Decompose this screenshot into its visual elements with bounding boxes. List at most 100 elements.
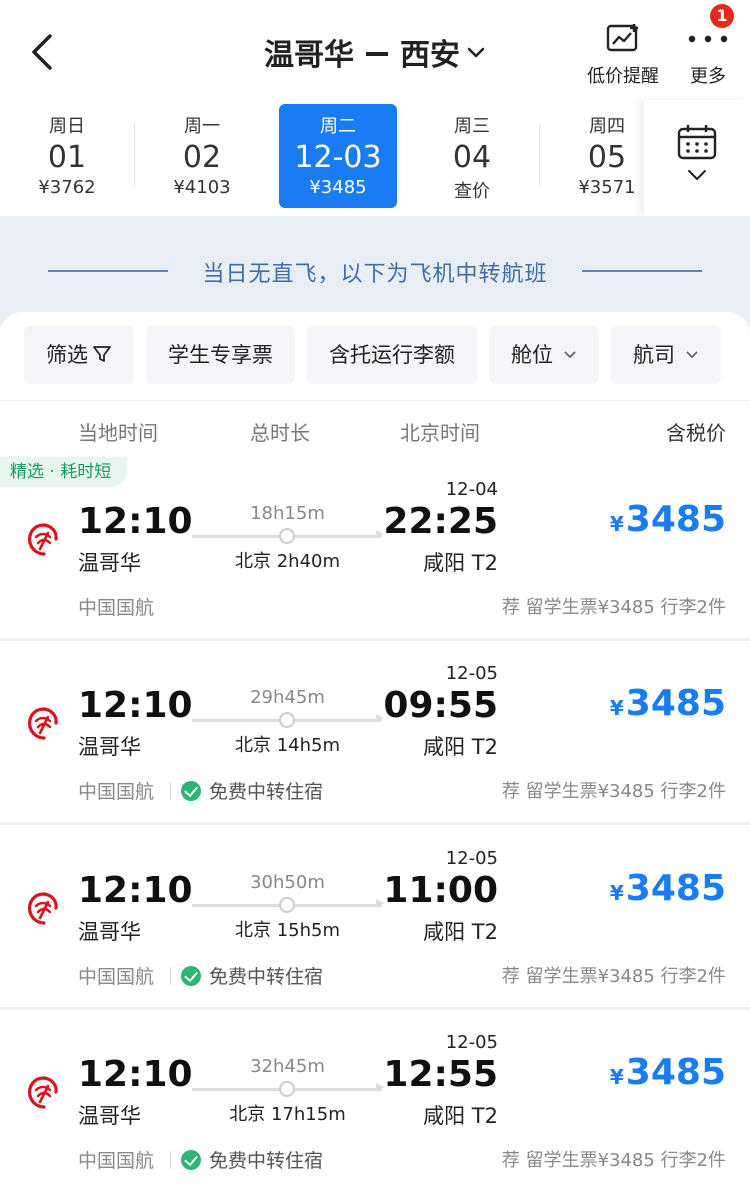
flight-price: ¥3485 [610,1052,726,1093]
arrival-time: 11:00 [383,870,498,911]
currency-symbol: ¥ [609,512,624,536]
notification-badge: 1 [710,4,734,28]
departure-time: 12:10 [78,501,193,542]
top-bar: 温哥华 西安 低价提醒 1 更多 [0,0,750,100]
flight-card[interactable]: 精选 · 耗时短 12:10 温哥华 18h15m 北京 2h40m 12-04… [0,457,750,641]
departure-city: 温哥华 [78,551,141,575]
recommend-note: 荐 留学生票¥3485 行李2件 [501,781,726,802]
total-duration: 29h45m [250,687,325,708]
notice-text: 当日无直飞，以下为飞机中转航班 [202,262,548,287]
air-china-logo [28,707,58,740]
flight-price: ¥3485 [610,499,726,540]
route-line [192,712,384,728]
airline-dropdown[interactable]: 航司 [611,326,721,384]
total-duration: 18h15m [250,503,325,524]
air-china-logo [28,523,58,556]
column-header: 当地时间 总时长 北京时间 含税价 [0,400,750,456]
filter-label: 航司 [633,343,675,367]
date-option[interactable]: 周三 04 查价 [413,104,531,208]
route-separator [366,51,388,56]
route-line [192,1081,384,1097]
filter-label: 学生专享票 [168,343,273,367]
chevron-down-icon [467,47,485,57]
calendar-icon [677,125,717,160]
currency-symbol: ¥ [609,696,624,720]
perk-info: 免费中转住宿 [170,962,323,989]
currency-symbol: ¥ [609,1065,624,1089]
date-price: 查价 [454,181,490,202]
date-weekday: 周二 [320,116,356,137]
student-ticket-filter[interactable]: 学生专享票 [146,326,295,384]
arrival-airport: 咸阳 T2 [423,735,498,759]
date-weekday: 周日 [49,116,85,137]
ellipsis-icon [688,35,728,43]
stopover-dot [279,1081,295,1097]
funnel-icon [93,346,111,362]
col-local-time: 当地时间 [78,421,158,445]
total-duration: 30h50m [250,872,325,893]
price-alert-button[interactable]: 低价提醒 [582,22,664,88]
cabin-class-dropdown[interactable]: 舱位 [489,326,599,384]
date-price: ¥3762 [38,177,96,198]
departure-city: 温哥华 [78,1104,141,1128]
perk-text: 免费中转住宿 [209,1150,324,1172]
arrival-date: 12-05 [445,848,498,869]
flight-card[interactable]: 12:10 温哥华 30h50m 北京 15h5m 12-05 11:00 咸阳… [0,826,750,1010]
airline-name: 中国国航 [78,966,155,988]
stopover-dot [279,897,295,913]
airline-name: 中国国航 [78,1150,155,1172]
calendar-button[interactable] [644,100,750,216]
filter-label: 筛选 [46,343,88,367]
perk-text: 免费中转住宿 [209,781,324,803]
flight-card[interactable]: 12:10 温哥华 29h45m 北京 14h5m 12-05 09:55 咸阳… [0,641,750,825]
flight-price: ¥3485 [610,868,726,909]
price-alert-chart-icon [606,24,638,52]
date-day: 04 [452,140,492,175]
date-option[interactable]: 周日 01 ¥3762 [8,104,126,208]
departure-time: 12:10 [78,685,193,726]
price-value: 3485 [625,1052,726,1093]
route-line [192,528,384,544]
date-day: 02 [182,140,222,175]
check-circle-icon [181,780,201,801]
recommend-note: 荐 留学生票¥3485 行李2件 [501,966,726,987]
currency-symbol: ¥ [609,881,624,905]
date-divider [539,124,540,186]
stopover-info: 北京 17h15m [229,1104,346,1125]
arrival-date: 12-05 [445,1032,498,1053]
departure-city: 温哥华 [78,920,141,944]
chevron-down-icon [688,170,706,180]
date-day: 12-03 [294,140,382,175]
flight-card[interactable]: 12:10 温哥华 32h45m 北京 17h15m 12-05 12:55 咸… [0,1010,750,1194]
date-option[interactable]: 周一 02 ¥4103 [143,104,261,208]
perk-divider [170,966,171,985]
date-option-selected[interactable]: 周二 12-03 ¥3485 [279,104,397,208]
departure-city: 温哥华 [78,735,141,759]
date-divider [134,124,135,186]
air-china-logo [28,1076,58,1109]
arrival-time: 22:25 [383,501,498,542]
date-selector: 周日 01 ¥3762 周一 02 ¥4103 周二 12-03 ¥3485 周… [0,100,750,216]
price-value: 3485 [625,683,726,724]
stopover-info: 北京 2h40m [234,551,341,572]
total-duration: 32h45m [250,1056,325,1077]
arrival-date: 12-04 [445,479,498,500]
checked-baggage-filter[interactable]: 含托运行李额 [307,326,477,384]
date-weekday: 周三 [454,116,490,137]
departure-time: 12:10 [78,1054,193,1095]
perk-info: 免费中转住宿 [170,777,323,804]
perk-divider [170,1150,171,1169]
recommend-note: 荐 留学生票¥3485 行李2件 [501,1150,726,1171]
price-alert-label: 低价提醒 [587,66,659,87]
arrival-airport: 咸阳 T2 [423,551,498,575]
filter-button[interactable]: 筛选 [24,326,134,384]
flight-price: ¥3485 [610,683,726,724]
more-button[interactable]: 1 更多 [680,4,736,88]
perk-text: 免费中转住宿 [209,966,324,988]
stopover-dot [279,528,295,544]
date-weekday: 周一 [184,116,220,137]
departure-time: 12:10 [78,870,193,911]
arrival-time: 12:55 [383,1054,498,1095]
more-label: 更多 [690,66,726,87]
check-circle-icon [181,965,201,986]
